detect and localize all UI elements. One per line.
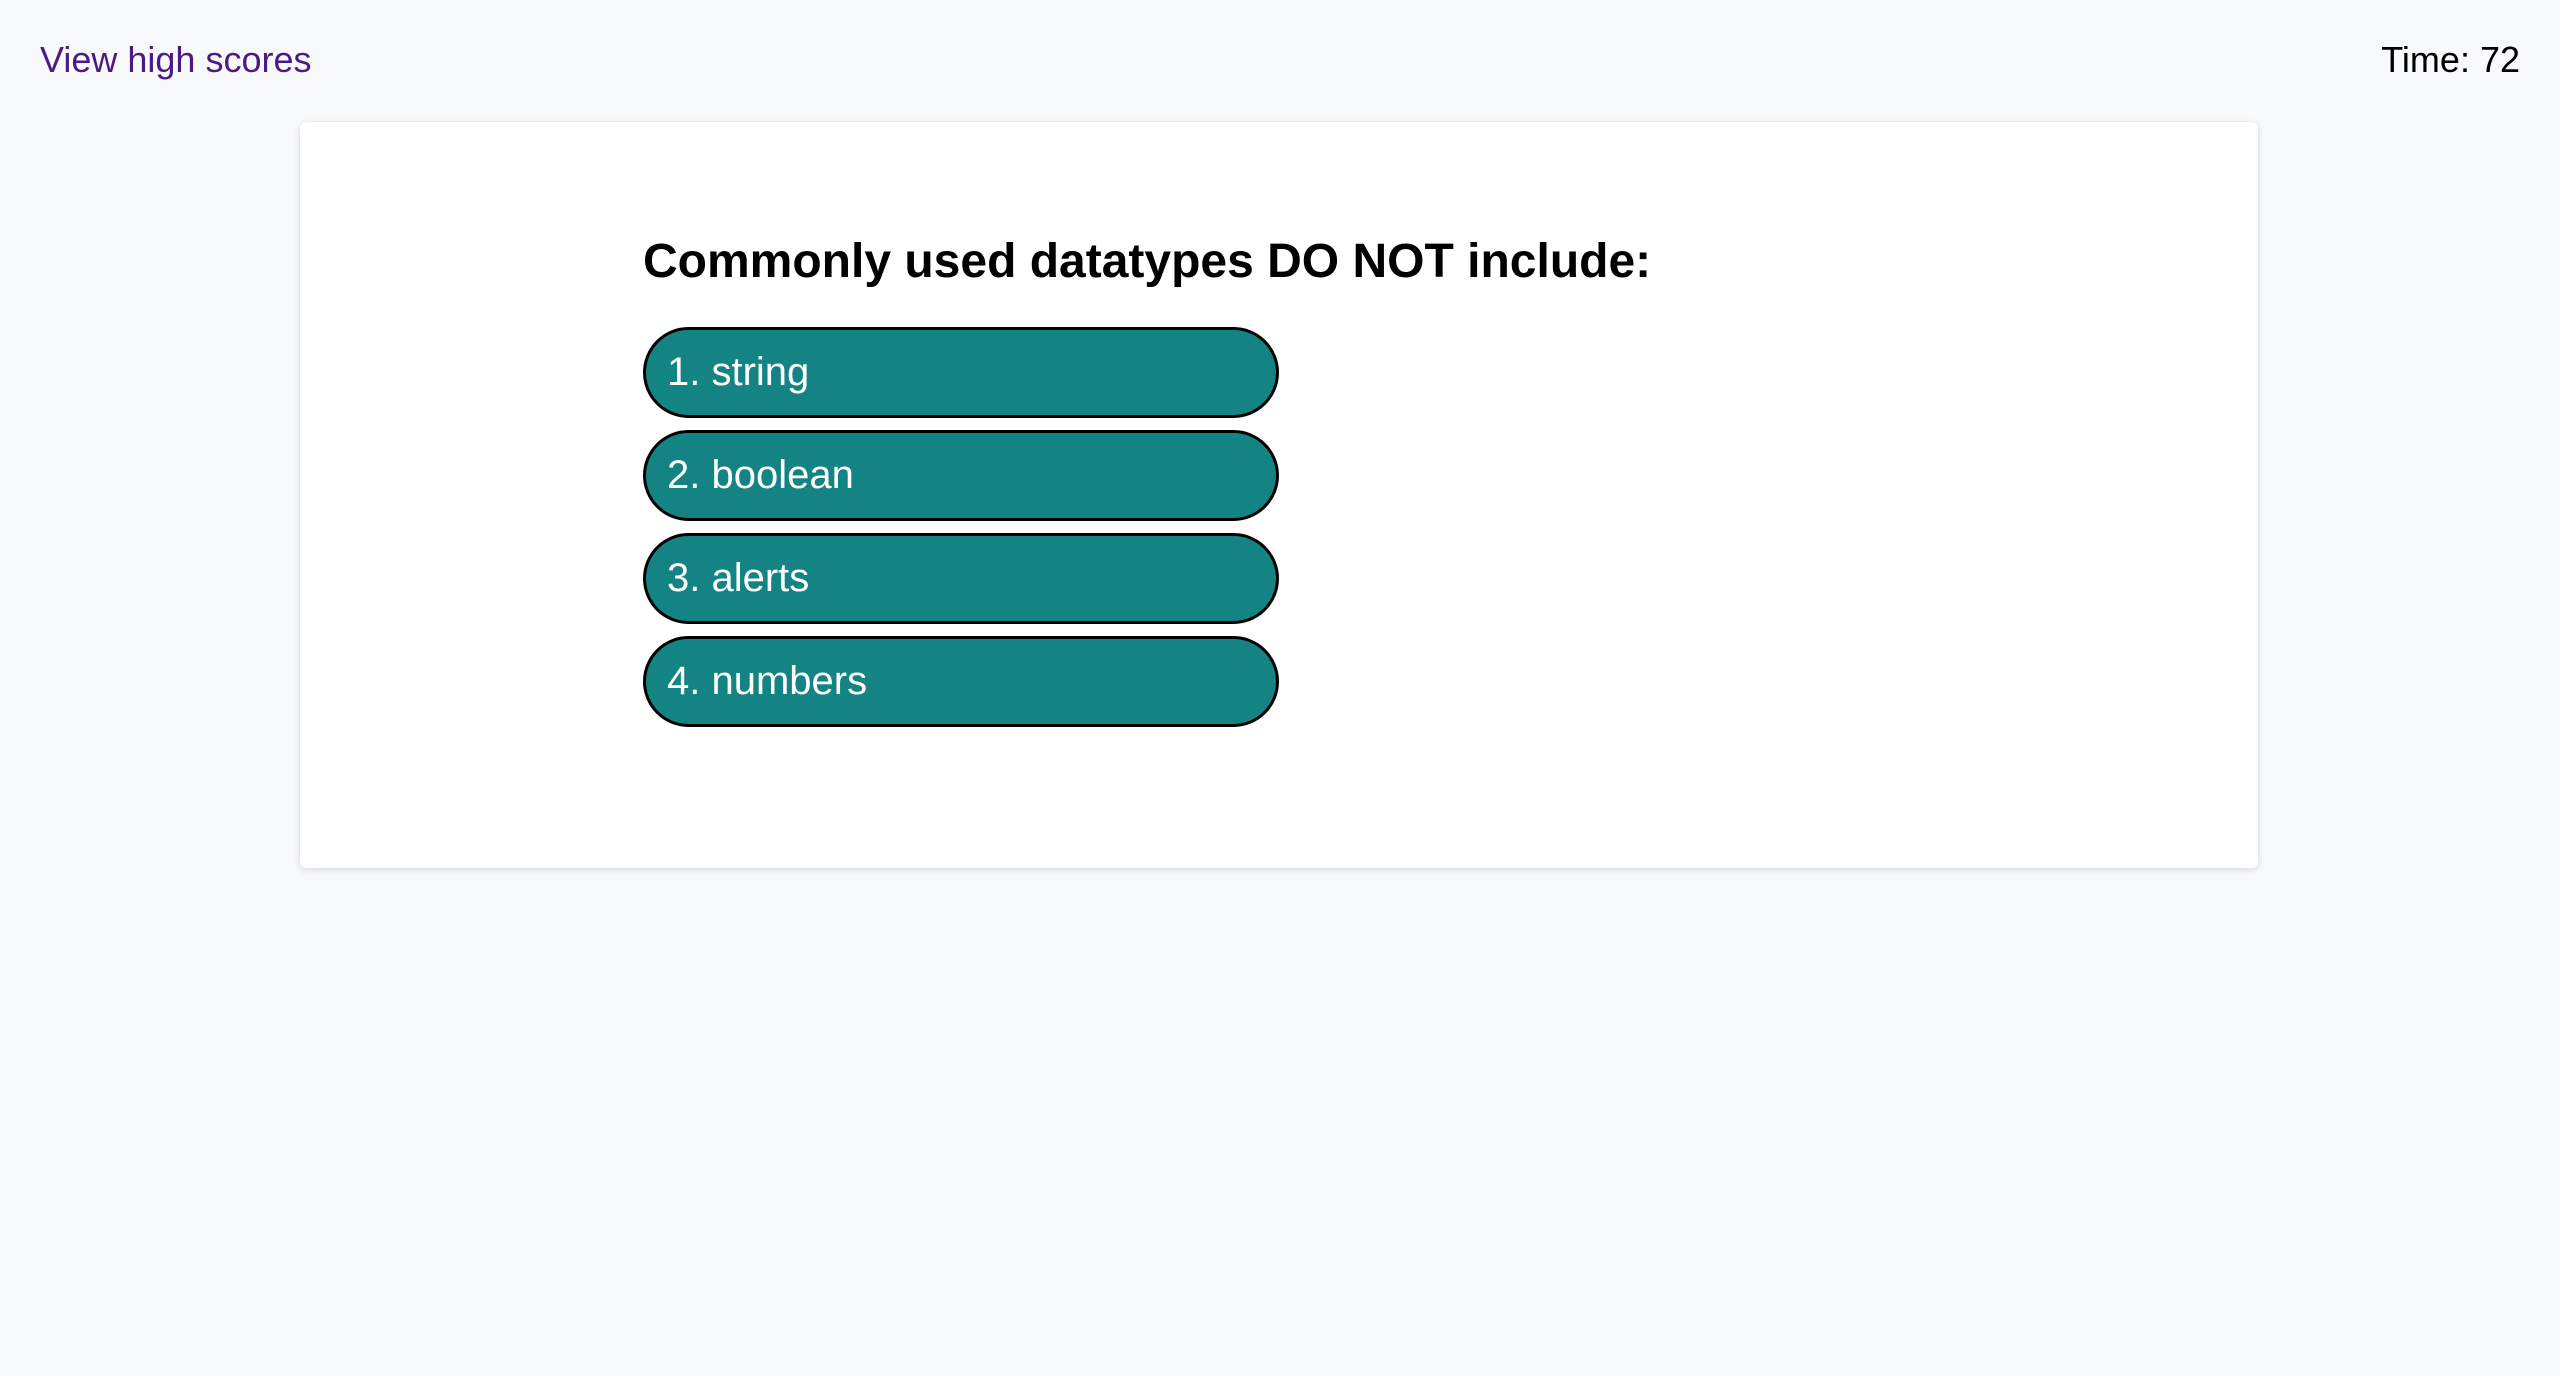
answer-button-1[interactable]: 1. string bbox=[643, 327, 1279, 418]
answer-choices: 1. string 2. boolean 3. alerts 4. number… bbox=[643, 327, 1279, 727]
question-title: Commonly used datatypes DO NOT include: bbox=[643, 235, 1652, 288]
quiz-page: View high scores Time: 72 Commonly used d… bbox=[0, 0, 2560, 1376]
timer: Time: 72 bbox=[2381, 36, 2520, 84]
timer-label: Time: bbox=[2381, 39, 2470, 80]
question-card: Commonly used datatypes DO NOT include: … bbox=[300, 122, 2258, 868]
answer-button-3[interactable]: 3. alerts bbox=[643, 533, 1279, 624]
view-high-scores-link[interactable]: View high scores bbox=[40, 36, 311, 84]
answer-button-2[interactable]: 2. boolean bbox=[643, 430, 1279, 521]
timer-value: 72 bbox=[2479, 39, 2520, 80]
answer-button-4[interactable]: 4. numbers bbox=[643, 636, 1279, 727]
